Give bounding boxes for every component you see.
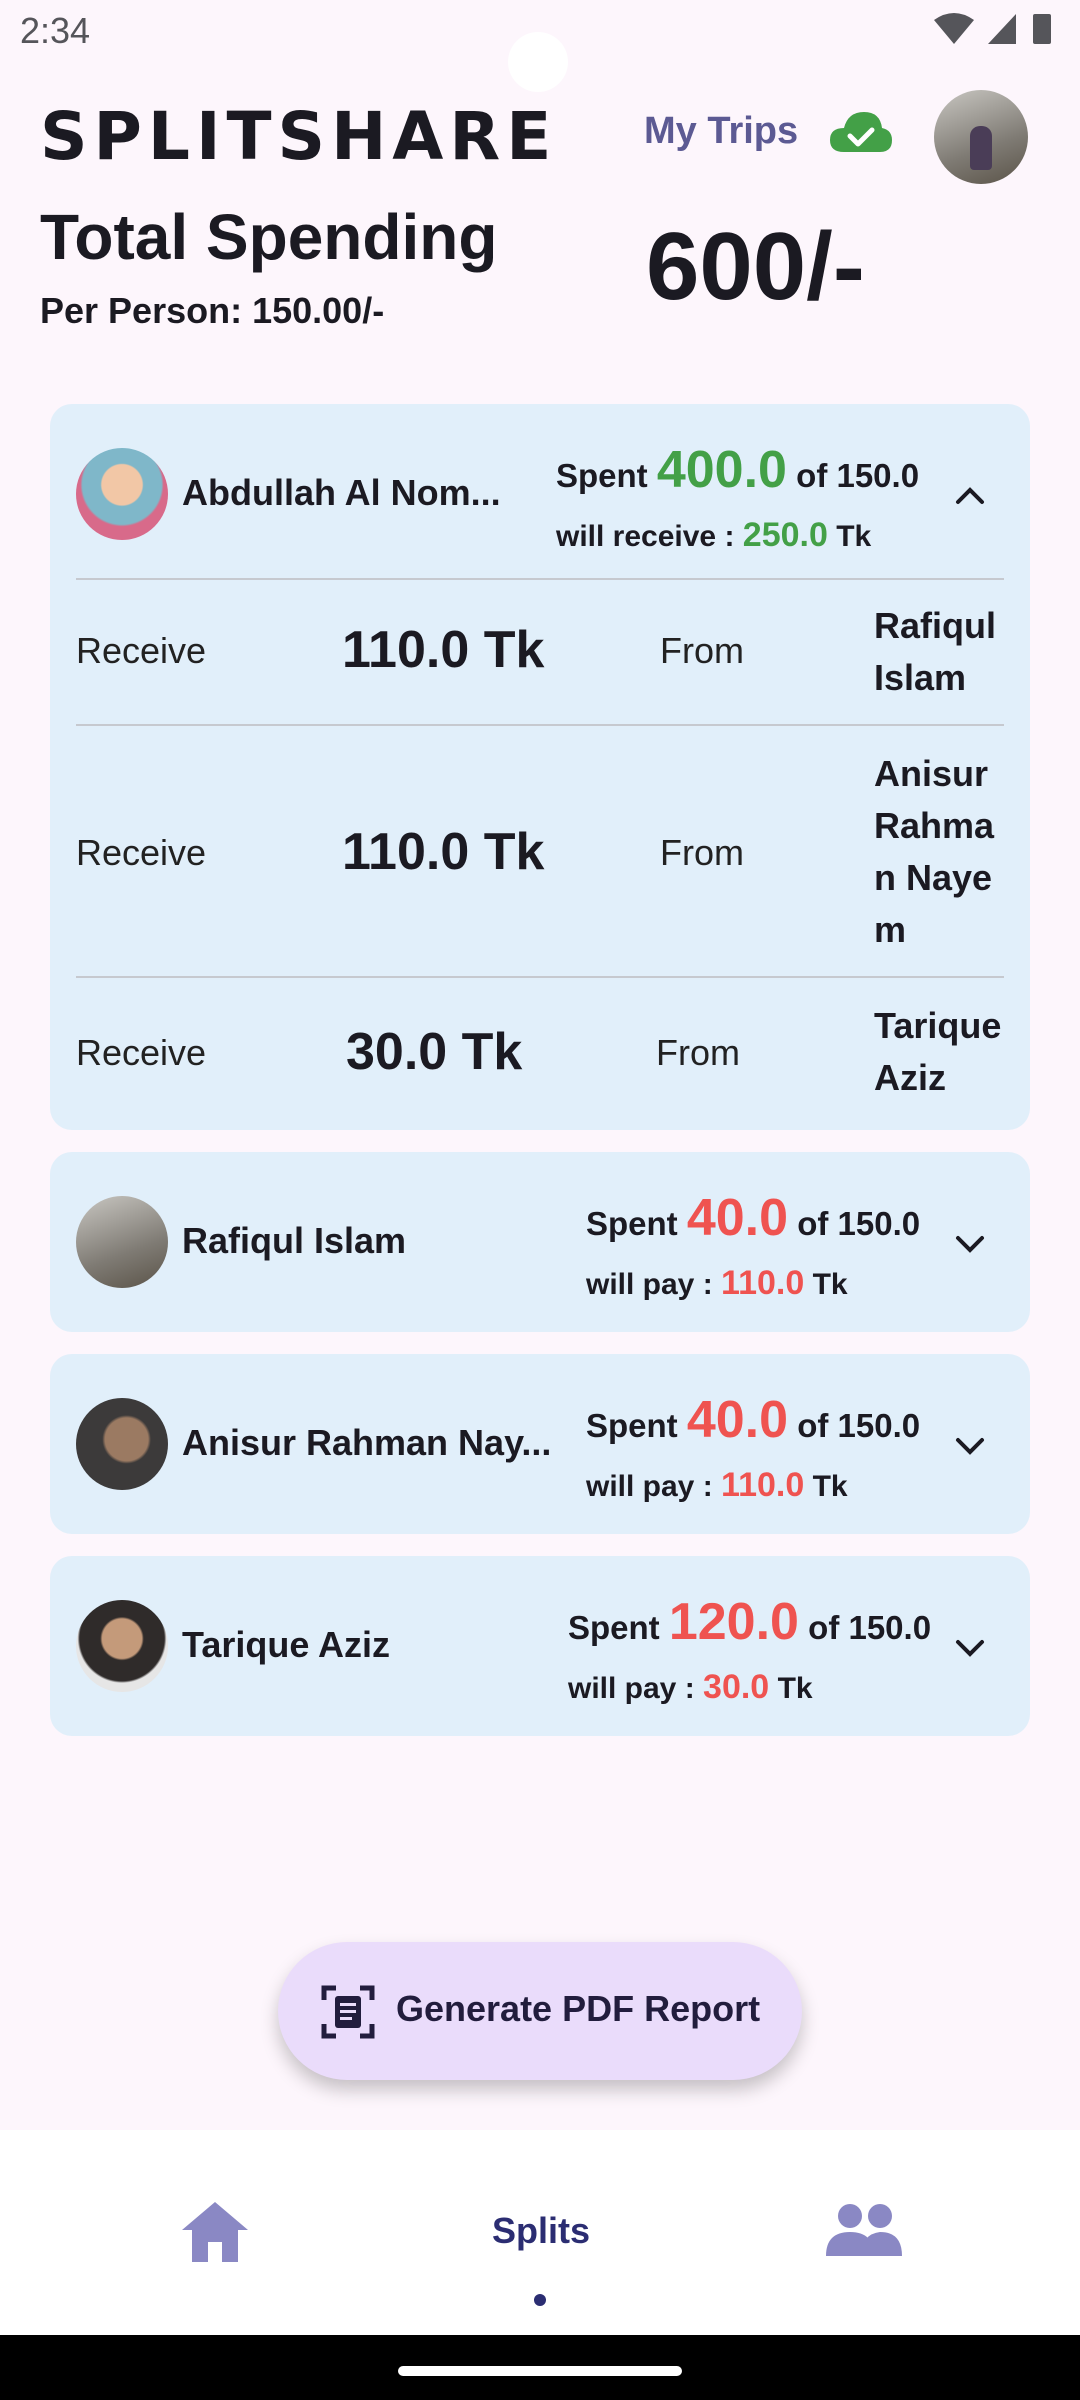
member-header[interactable]: Abdullah Al Nom... Spent 400.0 of 150.0 …	[50, 404, 1030, 584]
signal-icon	[988, 14, 1016, 44]
bottom-navigation: Splits	[0, 2130, 1080, 2335]
transaction-from: From	[656, 1032, 740, 1073]
member-name: Abdullah Al Nom...	[182, 472, 501, 513]
active-tab-indicator	[534, 2294, 546, 2306]
spent-info: Spent 400.0 of 150.0	[556, 440, 919, 500]
status-icons	[934, 12, 1052, 46]
spent-of: of 150.0	[797, 1205, 921, 1242]
balance-unit: Tk	[812, 1470, 848, 1503]
member-name: Rafiqul Islam	[182, 1220, 407, 1261]
generate-pdf-button[interactable]: Generate PDF Report	[278, 1942, 802, 2080]
spent-of: of 150.0	[796, 457, 920, 494]
chevron-down-icon[interactable]	[950, 1224, 990, 1264]
transaction-amount: 30.0 Tk	[346, 1023, 523, 1081]
balance-amount: 250.0	[742, 516, 828, 554]
transaction-person: Tarique Aziz	[874, 1005, 1002, 1098]
transaction-amount: 110.0 Tk	[342, 823, 545, 881]
transaction-label: Receive	[76, 630, 207, 671]
member-card-abdullah: Abdullah Al Nom... Spent 400.0 of 150.0 …	[50, 404, 1030, 1130]
chevron-up-icon[interactable]	[950, 476, 990, 516]
member-header[interactable]: Rafiqul Islam Spent 40.0 of 150.0 will p…	[50, 1152, 1030, 1332]
home-gesture-bar[interactable]	[398, 2366, 682, 2376]
balance-info: will pay : 30.0 Tk	[568, 1668, 813, 1707]
profile-avatar[interactable]	[934, 90, 1028, 184]
battery-icon	[1033, 14, 1051, 44]
balance-unit: Tk	[836, 520, 872, 553]
member-header[interactable]: Tarique Aziz Spent 120.0 of 150.0 will p…	[50, 1556, 1030, 1736]
spent-amount: 40.0	[686, 1189, 789, 1247]
spent-amount: 40.0	[686, 1391, 789, 1449]
generate-pdf-label: Generate PDF Report	[396, 1988, 761, 2029]
spent-of: of 150.0	[808, 1609, 932, 1646]
spent-label: Spent	[586, 1407, 678, 1444]
member-header[interactable]: Anisur Rahman Nay... Spent 40.0 of 150.0…	[50, 1354, 1030, 1534]
total-spending-title: Total Spending	[40, 201, 498, 273]
balance-amount: 110.0	[721, 1264, 805, 1302]
transaction-from: From	[660, 630, 744, 671]
spent-label: Spent	[586, 1205, 678, 1242]
spent-info: Spent 40.0 of 150.0	[586, 1390, 920, 1450]
app-header: SPLITSHARE My Trips	[0, 80, 1080, 200]
spent-info: Spent 120.0 of 150.0	[568, 1592, 931, 1652]
status-label: will pay :	[586, 1470, 722, 1503]
status-label: will receive :	[556, 520, 743, 553]
balance-info: will receive : 250.0 Tk	[556, 516, 871, 555]
balance-info: will pay : 110.0 Tk	[586, 1264, 848, 1303]
transaction-person: Rafiqul Islam	[874, 605, 996, 698]
member-card-anisur[interactable]: Anisur Rahman Nay... Spent 40.0 of 150.0…	[50, 1354, 1030, 1534]
transaction-label: Receive	[76, 1032, 207, 1073]
member-card-tarique[interactable]: Tarique Aziz Spent 120.0 of 150.0 will p…	[50, 1556, 1030, 1736]
cloud-sync-icon[interactable]	[828, 108, 894, 156]
spent-label: Spent	[568, 1609, 660, 1646]
transaction-label: Receive	[76, 832, 207, 873]
avatar	[76, 1600, 168, 1692]
member-name: Anisur Rahman Nay...	[182, 1422, 552, 1463]
transaction-row: Receive 30.0 Tk From Tarique Aziz	[50, 978, 1030, 1128]
balance-info: will pay : 110.0 Tk	[586, 1466, 848, 1505]
my-trips-link[interactable]: My Trips	[644, 110, 798, 153]
spent-amount: 400.0	[656, 441, 787, 499]
spent-label: Spent	[556, 457, 648, 494]
status-label: will pay :	[568, 1672, 704, 1705]
document-scan-icon	[321, 1985, 375, 2039]
balance-amount: 30.0	[703, 1668, 770, 1706]
transaction-person: Anisur Rahman Nayem	[874, 753, 995, 950]
transaction-row: Receive 110.0 Tk From Rafiqul Islam	[50, 580, 1030, 724]
spent-of: of 150.0	[797, 1407, 921, 1444]
status-label: will pay :	[586, 1268, 722, 1301]
wifi-icon	[934, 13, 974, 44]
balance-amount: 110.0	[721, 1466, 805, 1504]
balance-unit: Tk	[777, 1672, 813, 1705]
total-amount: 600/-	[646, 213, 865, 320]
avatar	[76, 1398, 168, 1490]
avatar	[76, 448, 168, 540]
chevron-down-icon[interactable]	[950, 1426, 990, 1466]
chevron-down-icon[interactable]	[950, 1628, 990, 1668]
transaction-amount: 110.0 Tk	[342, 621, 545, 679]
group-icon[interactable]	[826, 2200, 902, 2260]
member-name: Tarique Aziz	[182, 1624, 391, 1665]
home-icon[interactable]	[180, 2200, 250, 2264]
transaction-row: Receive 110.0 Tk From Anisur Rahman Naye…	[50, 726, 1030, 976]
avatar	[76, 1196, 168, 1288]
nav-splits-tab[interactable]: Splits	[492, 2210, 590, 2252]
spent-info: Spent 40.0 of 150.0	[586, 1188, 920, 1248]
status-time: 2:34	[20, 10, 91, 51]
per-person-amount: Per Person: 150.00/-	[40, 290, 385, 331]
transaction-from: From	[660, 832, 744, 873]
member-card-rafiqul[interactable]: Rafiqul Islam Spent 40.0 of 150.0 will p…	[50, 1152, 1030, 1332]
spent-amount: 120.0	[668, 1593, 799, 1651]
app-logo: SPLITSHARE	[40, 98, 558, 175]
balance-unit: Tk	[812, 1268, 848, 1301]
